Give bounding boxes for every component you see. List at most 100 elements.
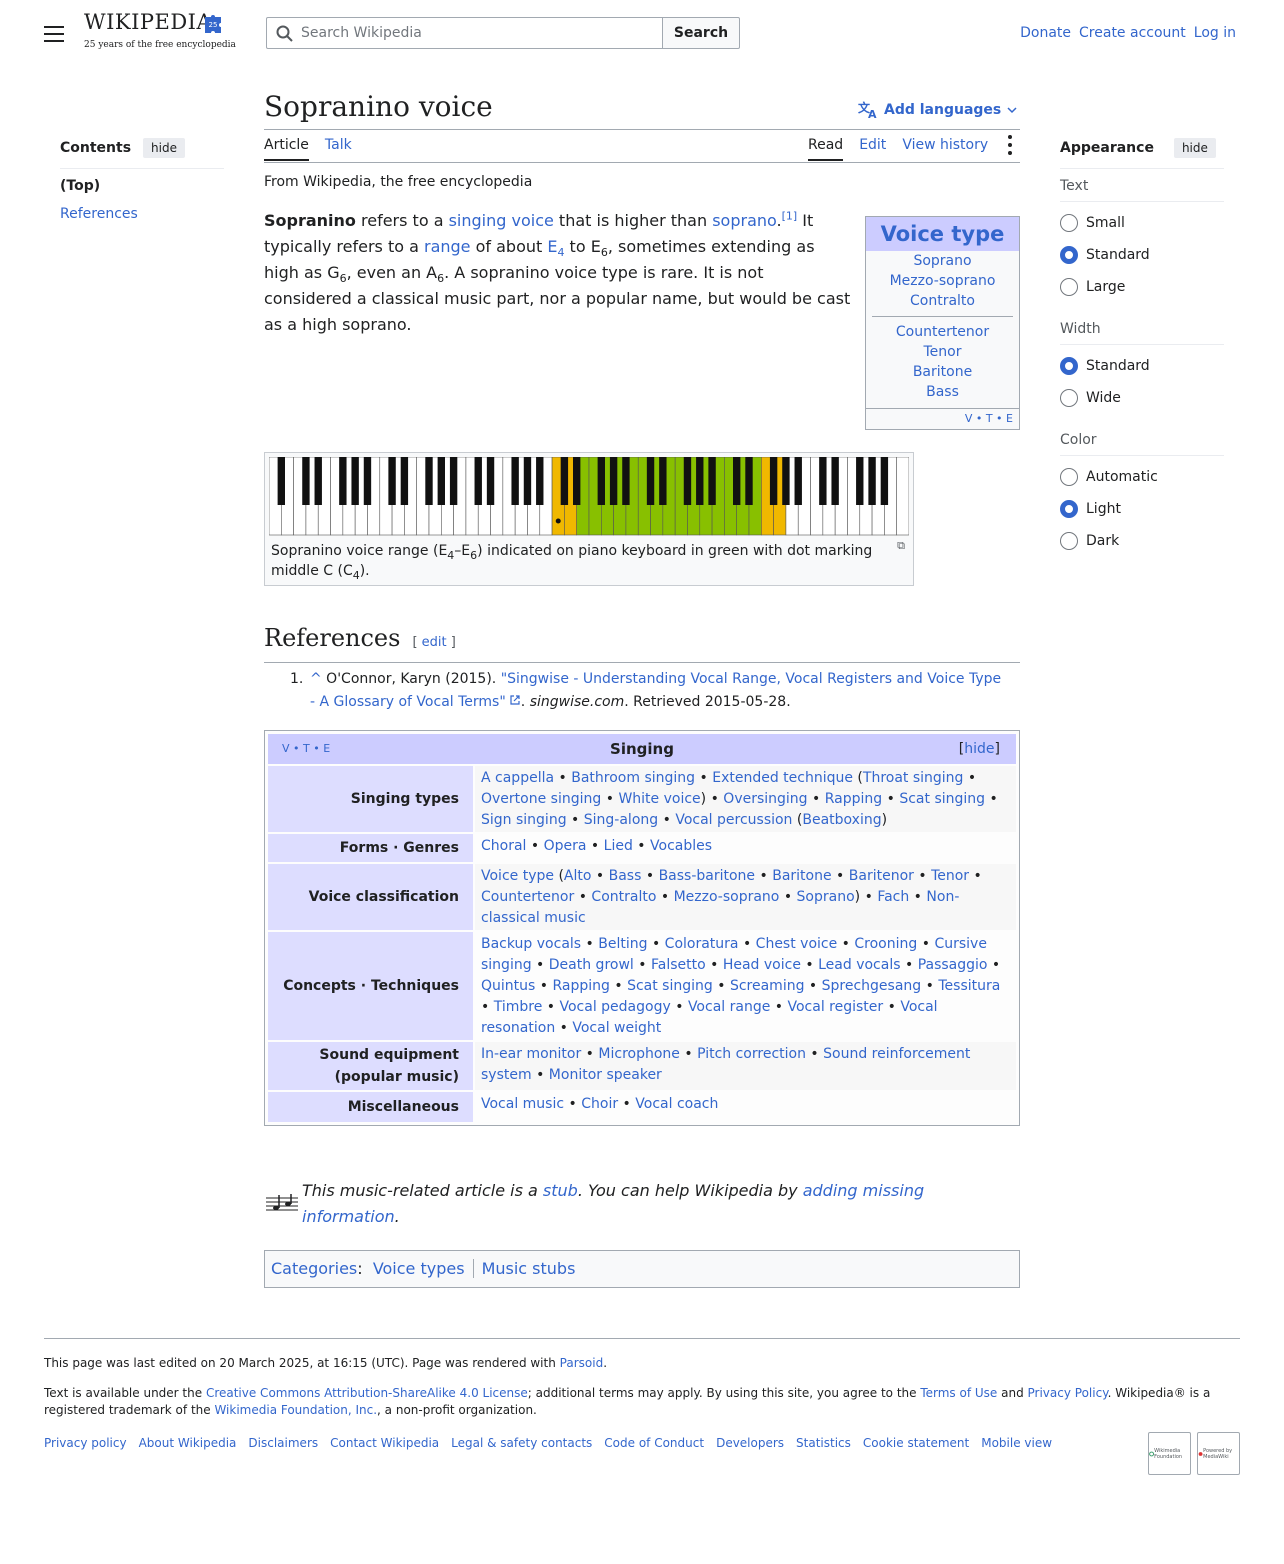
navbox-link[interactable]: Vocal coach xyxy=(635,1096,718,1112)
radio-button[interactable] xyxy=(1060,246,1078,264)
navbox-link[interactable]: Microphone xyxy=(598,1046,680,1062)
navbox-link[interactable]: Sprechgesang xyxy=(822,978,922,994)
navbox-link[interactable]: A cappella xyxy=(481,770,554,786)
radio-button[interactable] xyxy=(1060,214,1078,232)
more-tools-icon[interactable] xyxy=(1008,135,1014,159)
singing-voice-link[interactable]: singing voice xyxy=(449,211,554,230)
navbox-link[interactable]: Opera xyxy=(544,838,587,854)
navbox-link[interactable]: Rapping xyxy=(825,791,882,807)
radio-button[interactable] xyxy=(1060,532,1078,550)
navbox-link[interactable]: Scat singing xyxy=(627,978,713,994)
add-languages-button[interactable]: 文 A Add languages xyxy=(858,101,1017,119)
navbox-link[interactable]: Backup vocals xyxy=(481,936,581,952)
navbox-link[interactable]: Alto xyxy=(564,868,592,884)
width-option-standard[interactable]: Standard xyxy=(1060,357,1150,375)
navbox-link[interactable]: Oversinging xyxy=(723,791,807,807)
tab-edit[interactable]: Edit xyxy=(859,137,886,161)
navbox-link[interactable]: Monitor speaker xyxy=(549,1067,662,1083)
voice-link-tenor[interactable]: Tenor xyxy=(866,342,1019,362)
voice-type-title[interactable]: Voice type xyxy=(866,217,1019,251)
navbox-link[interactable]: Voice type xyxy=(481,868,558,884)
navbox-link[interactable]: Baritenor xyxy=(849,868,914,884)
search-button[interactable]: Search xyxy=(662,17,740,49)
appearance-hide-button[interactable]: hide xyxy=(1173,138,1216,158)
text-option-large[interactable]: Large xyxy=(1060,278,1125,296)
navbox-link[interactable]: Overtone singing xyxy=(481,791,601,807)
voice-link-baritone[interactable]: Baritone xyxy=(866,362,1019,382)
navbox-link[interactable]: Throat singing xyxy=(863,770,964,786)
tab-talk[interactable]: Talk xyxy=(325,137,352,161)
parsoid-link[interactable]: Parsoid xyxy=(560,1356,604,1370)
main-menu-button[interactable] xyxy=(44,26,64,42)
footer-link-developers[interactable]: Developers xyxy=(716,1436,784,1450)
text-option-small[interactable]: Small xyxy=(1060,214,1125,232)
navbox-link[interactable]: Pitch correction xyxy=(697,1046,806,1062)
category-voice-types[interactable]: Voice types xyxy=(373,1259,465,1278)
navbox-link[interactable]: Vocables xyxy=(650,838,712,854)
radio-button[interactable] xyxy=(1060,500,1078,518)
radio-button[interactable] xyxy=(1060,357,1078,375)
categories-link[interactable]: Categories xyxy=(271,1259,357,1278)
navbox-link[interactable]: Tenor xyxy=(931,868,969,884)
toc-item-references[interactable]: References xyxy=(60,206,138,222)
navbox-link[interactable]: Beatboxing xyxy=(802,812,881,828)
navbox-link[interactable]: Passaggio xyxy=(918,957,988,973)
navbox-link[interactable]: Bathroom singing xyxy=(571,770,695,786)
navbox-link[interactable]: Fach xyxy=(877,889,909,905)
range-link[interactable]: range xyxy=(424,237,471,256)
mediawiki-badge[interactable]: Powered by MediaWiki xyxy=(1197,1432,1240,1475)
navbox-hide-toggle[interactable]: [hide] xyxy=(959,734,1000,764)
navbox-link[interactable]: Crooning xyxy=(854,936,917,952)
navbox-link[interactable]: Timbre xyxy=(494,999,543,1015)
footer-link-code-of-conduct[interactable]: Code of Conduct xyxy=(604,1436,704,1450)
navbox-link[interactable]: White voice xyxy=(618,791,700,807)
radio-button[interactable] xyxy=(1060,278,1078,296)
stub-link[interactable]: stub xyxy=(543,1181,578,1200)
wikimedia-foundation-link[interactable]: Wikimedia Foundation, Inc. xyxy=(214,1403,377,1417)
navbox-link[interactable]: Choral xyxy=(481,838,526,854)
navbox-link[interactable]: Falsetto xyxy=(651,957,706,973)
navbox-link[interactable]: Bass-baritone xyxy=(659,868,755,884)
voice-link-soprano[interactable]: Soprano xyxy=(866,251,1019,271)
navbox-link[interactable]: Contralto xyxy=(591,889,656,905)
navbox-link[interactable]: Bass xyxy=(609,868,642,884)
cc-license-link[interactable]: Creative Commons Attribution-ShareAlike … xyxy=(206,1386,528,1400)
navbox-link[interactable]: Quintus xyxy=(481,978,535,994)
text-option-standard[interactable]: Standard xyxy=(1060,246,1150,264)
privacy-policy-inline-link[interactable]: Privacy Policy xyxy=(1028,1386,1108,1400)
color-option-light[interactable]: Light xyxy=(1060,500,1121,518)
navbox-link[interactable]: Vocal range xyxy=(688,999,770,1015)
navbox-vte-links[interactable]: V • T • E xyxy=(282,734,330,764)
navbox-link[interactable]: Lead vocals xyxy=(818,957,900,973)
voice-link-contralto[interactable]: Contralto xyxy=(866,291,1019,311)
navbox-link[interactable]: Belting xyxy=(598,936,647,952)
color-option-automatic[interactable]: Automatic xyxy=(1060,468,1158,486)
navbox-link[interactable]: Head voice xyxy=(723,957,801,973)
reference-backlink[interactable]: ^ xyxy=(310,671,322,687)
category-music-stubs[interactable]: Music stubs xyxy=(482,1259,576,1278)
create-account-link[interactable]: Create account xyxy=(1079,25,1186,41)
search-input[interactable]: Search Wikipedia xyxy=(266,17,663,49)
footer-link-about-wikipedia[interactable]: About Wikipedia xyxy=(139,1436,237,1450)
navbox-link[interactable]: Baritone xyxy=(772,868,831,884)
navbox-link[interactable]: Mezzo-soprano xyxy=(674,889,780,905)
tab-view-history[interactable]: View history xyxy=(902,137,988,161)
wikipedia-wordmark[interactable]: WIKIPEDIA xyxy=(84,10,212,34)
navbox-link[interactable]: Extended technique xyxy=(712,770,857,786)
toc-hide-button[interactable]: hide xyxy=(143,138,185,158)
navbox-link[interactable]: Vocal register xyxy=(788,999,884,1015)
navbox-link[interactable]: Coloratura xyxy=(665,936,739,952)
color-option-dark[interactable]: Dark xyxy=(1060,532,1119,550)
width-option-wide[interactable]: Wide xyxy=(1060,389,1121,407)
radio-button[interactable] xyxy=(1060,389,1078,407)
terms-of-use-link[interactable]: Terms of Use xyxy=(920,1386,997,1400)
navbox-link[interactable]: In-ear monitor xyxy=(481,1046,581,1062)
enlarge-icon[interactable]: ⧉ xyxy=(897,539,905,553)
log-in-link[interactable]: Log in xyxy=(1194,25,1236,41)
radio-button[interactable] xyxy=(1060,468,1078,486)
navbox-link[interactable]: Countertenor xyxy=(481,889,574,905)
navbox-link[interactable]: Lied xyxy=(604,838,633,854)
navbox-link[interactable]: Rapping xyxy=(552,978,609,994)
navbox-link[interactable]: Chest voice xyxy=(756,936,838,952)
donate-link[interactable]: Donate xyxy=(1020,25,1071,41)
